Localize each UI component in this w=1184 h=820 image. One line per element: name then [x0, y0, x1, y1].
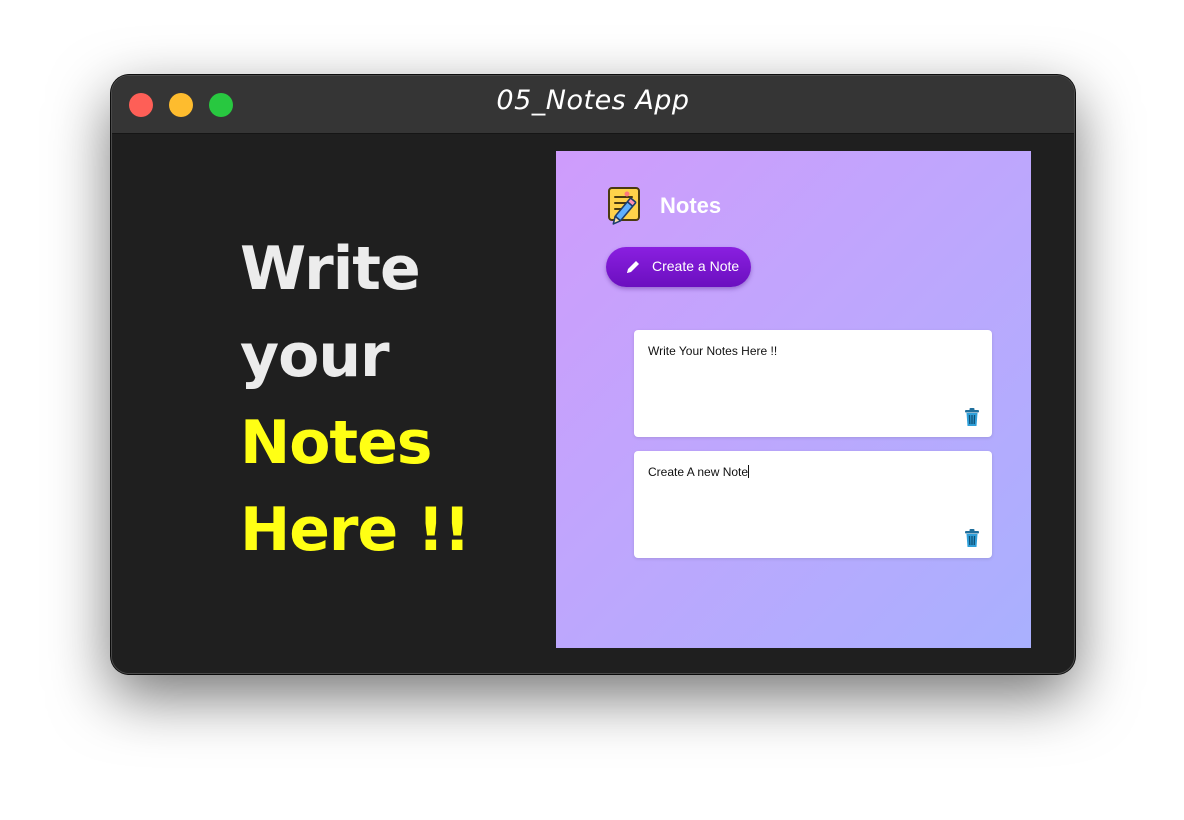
- app-window: 05_Notes App Write your Notes Here !! No…: [111, 75, 1075, 674]
- note-text[interactable]: Write Your Notes Here !!: [648, 344, 777, 358]
- create-note-label: Create a Note: [652, 258, 740, 274]
- note-card[interactable]: Write Your Notes Here !!: [634, 330, 992, 437]
- window-title: 05_Notes App: [496, 85, 690, 116]
- promo-headline: Write your Notes Here !!: [240, 226, 471, 574]
- trash-icon[interactable]: [964, 408, 980, 427]
- headline-line-1: Write: [240, 234, 421, 304]
- headline-line-3: Notes: [240, 408, 433, 478]
- create-note-button[interactable]: Create a Note: [606, 247, 751, 287]
- sticky-note-pencil-icon: [608, 187, 640, 225]
- window-content: Write your Notes Here !! Notes Create a …: [112, 134, 1074, 673]
- headline-line-2: your: [240, 321, 390, 391]
- trash-icon[interactable]: [964, 529, 980, 548]
- pencil-icon: [627, 261, 639, 273]
- text-caret: [748, 465, 750, 478]
- headline-line-4: Here !!: [240, 495, 471, 565]
- app-title: Notes: [660, 193, 722, 218]
- note-text[interactable]: Create A new Note: [648, 465, 750, 479]
- notes-app-panel: Notes Create a Note Write Your Notes Her…: [556, 151, 1031, 648]
- note-card[interactable]: Create A new Note: [634, 451, 992, 558]
- title-bar[interactable]: 05_Notes App: [112, 76, 1074, 134]
- note-text-value: Create A new Note: [648, 465, 749, 479]
